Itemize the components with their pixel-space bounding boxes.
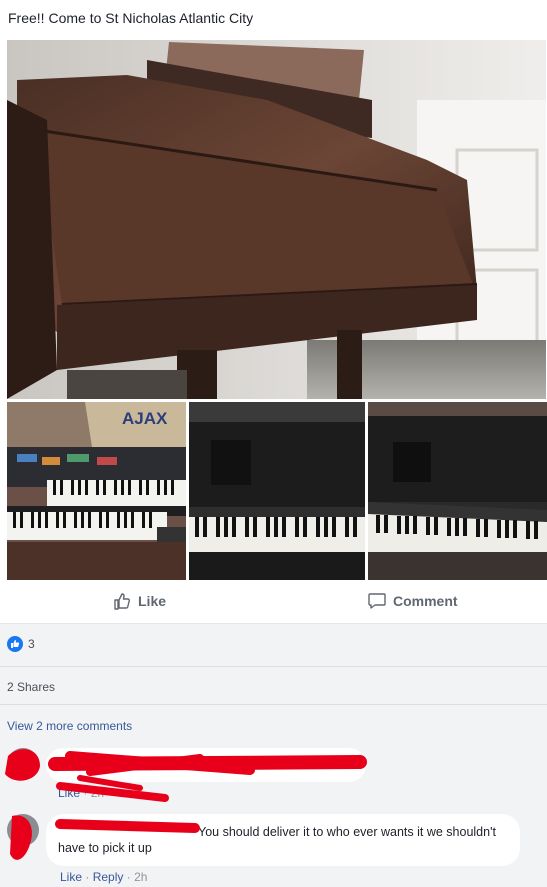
comment-icon <box>368 593 386 609</box>
reaction-summary[interactable]: 3 <box>7 636 35 652</box>
comment-like-link-2[interactable]: Like <box>60 870 82 884</box>
photo-thumb-2[interactable] <box>189 402 365 580</box>
comment-meta-2: Like · Reply · 2h <box>60 870 148 884</box>
comment-button[interactable]: Comment <box>367 591 458 611</box>
like-label: Like <box>138 593 167 609</box>
divider <box>0 666 547 667</box>
photo-thumb-1[interactable]: AJAX <box>7 402 186 580</box>
view-more-comments-link[interactable]: View 2 more comments <box>7 719 132 733</box>
organ-thumb-photo: AJAX <box>7 402 186 580</box>
post-text: Free!! Come to St Nicholas Atlantic City <box>8 10 254 26</box>
reaction-count: 3 <box>28 637 35 651</box>
photo-thumb-3[interactable] <box>368 402 547 580</box>
shares-count[interactable]: 2 Shares <box>7 680 55 694</box>
comment-time-2: 2h <box>134 870 148 884</box>
redaction-scribble <box>5 749 367 802</box>
piano-thumb-photo <box>189 402 365 580</box>
organ-photo <box>7 40 546 399</box>
photo-main[interactable] <box>7 40 546 399</box>
comment-reply-link-2[interactable]: Reply <box>93 870 124 884</box>
piano-angle-thumb-photo <box>368 402 547 580</box>
comment-label: Comment <box>393 593 458 609</box>
feedback-section: 3 2 Shares View 2 more comments Like · 2… <box>0 624 547 887</box>
redaction-scribble-2 <box>10 815 200 860</box>
ajax-box-text: AJAX <box>122 409 168 428</box>
like-button[interactable]: Like <box>112 591 166 611</box>
like-reaction-icon <box>7 636 23 652</box>
thumbs-up-icon <box>114 593 130 610</box>
post-actions-bar: Like Comment <box>0 582 547 624</box>
divider <box>0 704 547 705</box>
